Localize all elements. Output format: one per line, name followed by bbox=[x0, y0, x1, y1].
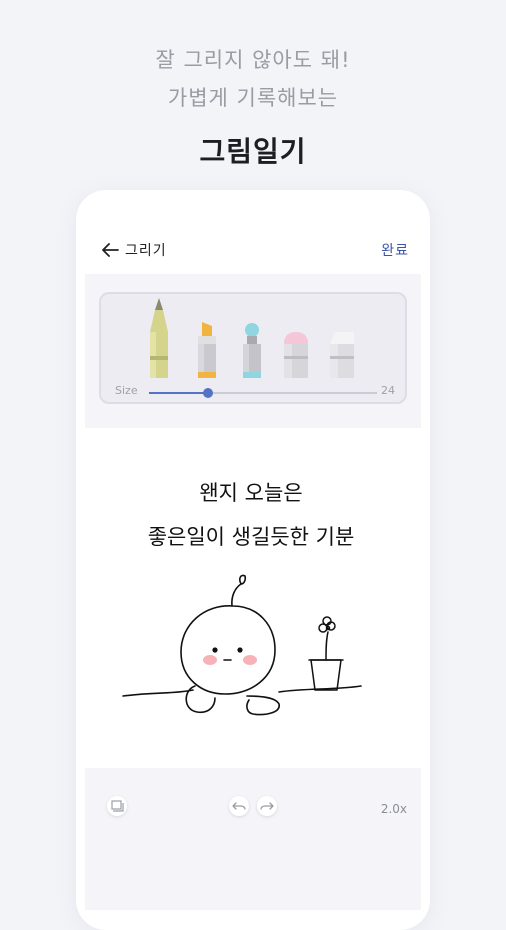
size-slider-thumb[interactable] bbox=[203, 388, 214, 398]
layers-button[interactable] bbox=[107, 796, 127, 816]
pencil-tool[interactable] bbox=[146, 298, 172, 378]
size-value: 24 bbox=[381, 384, 395, 397]
left-cheek bbox=[203, 655, 217, 665]
redo-icon bbox=[260, 802, 274, 810]
undo-icon bbox=[232, 802, 246, 810]
right-cheek bbox=[243, 655, 257, 665]
layers-icon bbox=[111, 800, 124, 812]
size-label: Size bbox=[115, 384, 138, 397]
handwriting-line-2: 좋은일이 생길듯한 기분 bbox=[148, 525, 355, 549]
undo-button[interactable] bbox=[229, 796, 249, 816]
drawing-canvas[interactable]: 왠지 오늘은 좋은일이 생길듯한 기분 bbox=[85, 428, 421, 768]
tool-panel: Size 24 bbox=[99, 292, 407, 404]
handwriting-line-1: 왠지 오늘은 bbox=[199, 481, 302, 505]
eraser-tool[interactable] bbox=[327, 330, 357, 378]
phone-frame: 그리기 완료 Size 24 왠지 오늘은 좋은일이 생길듯한 기분 2.0x bbox=[76, 190, 430, 930]
size-slider-fill bbox=[149, 392, 209, 394]
redo-button[interactable] bbox=[257, 796, 277, 816]
blob-character-doodle bbox=[122, 574, 362, 716]
screen-title: 그리기 bbox=[125, 243, 167, 259]
app-bar: 그리기 완료 bbox=[85, 210, 421, 274]
done-button[interactable]: 완료 bbox=[381, 240, 409, 260]
bottom-toolbar: 2.0x bbox=[85, 770, 421, 910]
promo-headline: 그림일기 bbox=[199, 135, 307, 168]
zoom-level: 2.0x bbox=[380, 802, 407, 816]
marker-tool[interactable] bbox=[195, 322, 219, 378]
drawing-screen: 그리기 완료 Size 24 왠지 오늘은 좋은일이 생길듯한 기분 2.0x bbox=[85, 210, 421, 910]
promo-line-2: 가볍게 기록해보는 bbox=[167, 86, 339, 110]
brush-tool[interactable] bbox=[239, 322, 265, 378]
flower-pot-doodle bbox=[308, 616, 344, 691]
back-arrow-icon[interactable] bbox=[101, 242, 119, 258]
size-slider[interactable] bbox=[149, 388, 377, 398]
drawing-artwork: 왠지 오늘은 좋은일이 생길듯한 기분 bbox=[122, 481, 362, 716]
promo-line-1: 잘 그리지 않아도 돼! bbox=[155, 48, 351, 72]
highlighter-tool[interactable] bbox=[281, 330, 311, 378]
